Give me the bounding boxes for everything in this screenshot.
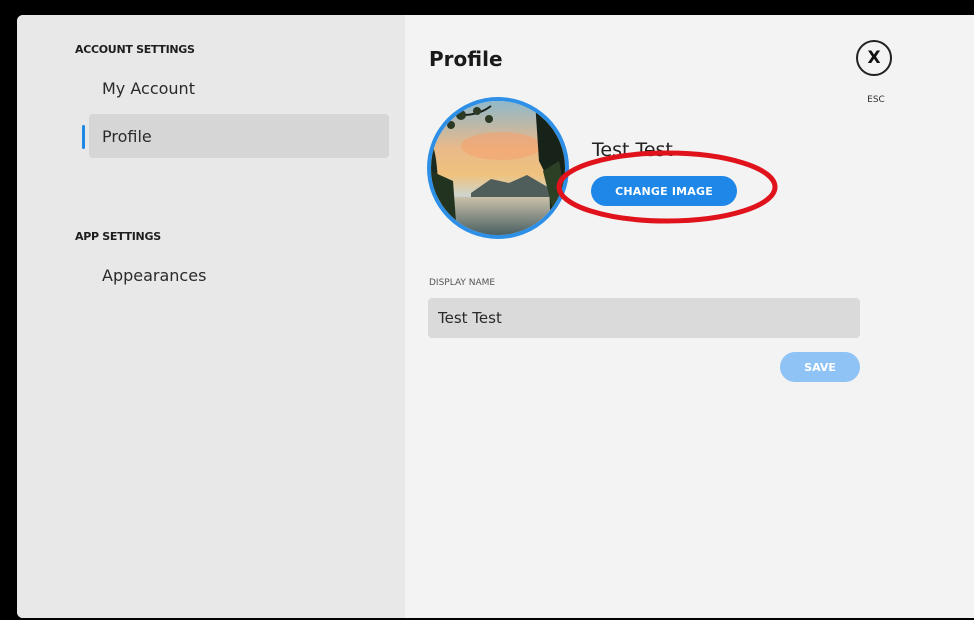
- profile-username: Test Test: [592, 139, 673, 161]
- sidebar-item-appearances[interactable]: Appearances: [89, 253, 389, 297]
- settings-window: ACCOUNT SETTINGS My Account Profile APP …: [17, 15, 974, 618]
- active-indicator: [82, 125, 85, 149]
- account-settings-header: ACCOUNT SETTINGS: [75, 43, 195, 56]
- esc-hint: ESC: [867, 95, 885, 105]
- sidebar-item-label: Appearances: [102, 265, 207, 285]
- avatar: [427, 97, 569, 239]
- save-button[interactable]: SAVE: [780, 352, 860, 382]
- close-icon: X: [867, 48, 881, 68]
- display-name-label: DISPLAY NAME: [429, 278, 496, 288]
- sidebar-item-label: My Account: [102, 78, 195, 98]
- display-name-field[interactable]: [428, 298, 860, 338]
- sidebar-item-my-account[interactable]: My Account: [89, 66, 389, 110]
- close-button[interactable]: X: [856, 40, 892, 76]
- page-title: Profile: [429, 47, 503, 71]
- sidebar-item-label: Profile: [102, 126, 152, 146]
- avatar-landscape-image: [431, 101, 565, 235]
- settings-sidebar: ACCOUNT SETTINGS My Account Profile APP …: [17, 15, 405, 618]
- profile-panel: Profile X ESC Test Test CHANGE IMAGE DIS…: [405, 15, 974, 618]
- sidebar-item-profile[interactable]: Profile: [89, 114, 389, 158]
- app-settings-header: APP SETTINGS: [75, 230, 161, 243]
- change-image-button[interactable]: CHANGE IMAGE: [591, 176, 737, 206]
